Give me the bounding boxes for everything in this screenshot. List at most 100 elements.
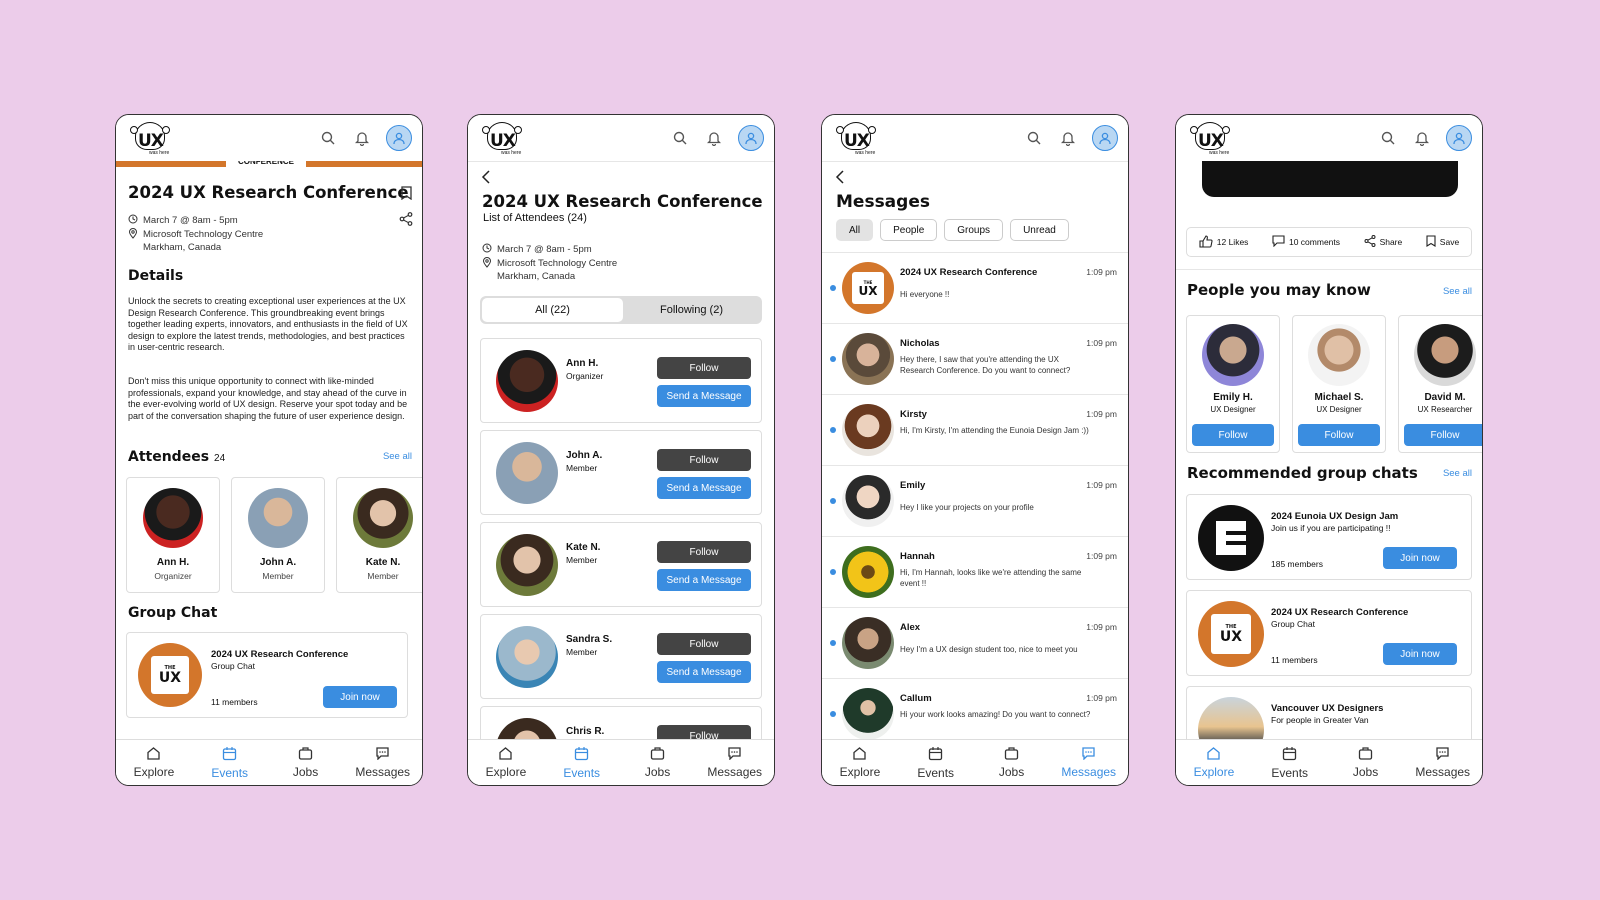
attendee-name: Chris R. — [566, 726, 605, 737]
see-all-people-link[interactable]: See all — [1443, 286, 1472, 297]
group-chat-card[interactable]: THE UX 2024 UX Research Conference Group … — [1186, 590, 1472, 676]
nav-explore[interactable]: Explore — [480, 746, 532, 779]
send-message-button[interactable]: Send a Message — [657, 385, 751, 407]
attendee-card[interactable]: Kate N. Member — [336, 477, 422, 593]
message-row[interactable]: Alex 1:09 pm Hey I'm a UX design student… — [822, 608, 1128, 679]
event-venue: Microsoft Technology Centre Markham, Cana… — [482, 257, 617, 283]
see-all-attendees-link[interactable]: See all — [383, 451, 412, 462]
message-row[interactable]: Emily 1:09 pm Hey I like your projects o… — [822, 466, 1128, 537]
search-icon[interactable] — [1024, 128, 1044, 148]
avatar — [1308, 324, 1370, 386]
sender-name: Callum — [900, 693, 932, 704]
profile-avatar-icon[interactable] — [1092, 125, 1118, 151]
follow-button[interactable]: Follow — [657, 449, 751, 471]
message-preview: Hi everyone !! — [900, 290, 950, 299]
filter-unread[interactable]: Unread — [1010, 219, 1069, 241]
nav-explore[interactable]: Explore — [128, 746, 180, 779]
person-card[interactable]: Emily H. UX Designer Follow — [1186, 315, 1280, 453]
send-message-button[interactable]: Send a Message — [657, 569, 751, 591]
follow-button[interactable]: Follow — [657, 725, 751, 739]
nav-jobs[interactable]: Jobs — [632, 746, 684, 779]
share-icon[interactable] — [399, 212, 413, 231]
follow-button[interactable]: Follow — [657, 541, 751, 563]
avatar — [496, 718, 558, 739]
nav-jobs[interactable]: Jobs — [986, 746, 1038, 779]
nav-messages[interactable]: Messages — [1415, 746, 1470, 779]
tab-following[interactable]: Following (2) — [623, 298, 760, 322]
like-button[interactable]: 12 Likes — [1199, 234, 1248, 250]
app-logo[interactable]: UX was here — [126, 120, 174, 156]
message-time: 1:09 pm — [1086, 551, 1117, 561]
back-arrow-icon[interactable] — [835, 170, 845, 189]
nav-explore[interactable]: Explore — [834, 746, 886, 779]
app-logo[interactable]: UX was here — [832, 120, 880, 156]
bell-icon[interactable] — [1412, 128, 1432, 148]
message-row[interactable]: Kirsty 1:09 pm Hi, I'm Kirsty, I'm atten… — [822, 395, 1128, 466]
join-now-button[interactable]: Join now — [1383, 643, 1457, 665]
nav-jobs[interactable]: Jobs — [280, 746, 332, 779]
search-icon[interactable] — [1378, 128, 1398, 148]
message-row[interactable]: Callum 1:09 pm Hi your work looks amazin… — [822, 679, 1128, 739]
comments-button[interactable]: 10 comments — [1272, 235, 1340, 249]
message-row[interactable]: THE UX 2024 UX Research Conference 1:09 p… — [822, 253, 1128, 324]
bell-icon[interactable] — [704, 128, 724, 148]
group-chat-card[interactable]: THE UX 2024 UX Research Conference Group … — [126, 632, 408, 718]
tab-all[interactable]: All (22) — [482, 298, 623, 322]
nav-messages[interactable]: Messages — [355, 746, 410, 779]
nav-messages[interactable]: Messages — [1061, 746, 1116, 779]
follow-button[interactable]: Follow — [1404, 424, 1482, 446]
filter-all[interactable]: All — [836, 219, 874, 241]
logo-text: UX — [844, 131, 870, 151]
bell-icon[interactable] — [1058, 128, 1078, 148]
app-logo[interactable]: UX was here — [478, 120, 526, 156]
message-row[interactable]: Hannah 1:09 pm Hi, I'm Hannah, looks lik… — [822, 537, 1128, 608]
profile-avatar-icon[interactable] — [386, 125, 412, 151]
bell-icon[interactable] — [352, 128, 372, 148]
app-logo[interactable]: UX was here — [1186, 120, 1234, 156]
bookmark-icon[interactable] — [401, 186, 412, 205]
home-icon — [146, 746, 161, 763]
filter-groups[interactable]: Groups — [944, 219, 1004, 241]
see-all-groups-link[interactable]: See all — [1443, 468, 1472, 479]
message-row[interactable]: Nicholas 1:09 pm Hey there, I saw that y… — [822, 324, 1128, 395]
person-role: UX Designer — [1210, 405, 1256, 414]
attendee-row: Chris R. Follow — [480, 706, 762, 739]
filter-people[interactable]: People — [880, 219, 938, 241]
search-icon[interactable] — [318, 128, 338, 148]
person-card[interactable]: Michael S. UX Designer Follow — [1292, 315, 1386, 453]
nav-events[interactable]: Events — [556, 746, 608, 780]
nav-events[interactable]: Events — [204, 746, 256, 780]
send-message-button[interactable]: Send a Message — [657, 477, 751, 499]
share-button[interactable]: Share — [1364, 235, 1402, 249]
person-card[interactable]: David M. UX Researcher Follow — [1398, 315, 1482, 453]
search-icon[interactable] — [670, 128, 690, 148]
attendee-card[interactable]: John A. Member — [231, 477, 325, 593]
message-time: 1:09 pm — [1086, 409, 1117, 419]
nav-events[interactable]: Events — [1264, 746, 1316, 780]
group-chat-card[interactable]: Vancouver UX Designers For people in Gre… — [1186, 686, 1472, 739]
event-title: 2024 UX Research Conference — [128, 183, 409, 202]
nav-events[interactable]: Events — [910, 746, 962, 780]
person-role: UX Designer — [1316, 405, 1362, 414]
follow-button[interactable]: Follow — [1298, 424, 1380, 446]
message-preview: Hey I'm a UX design student too, nice to… — [900, 645, 1078, 654]
join-now-button[interactable]: Join now — [1383, 547, 1457, 569]
attendee-card[interactable]: Ann H. Organizer — [126, 477, 220, 593]
nav-explore[interactable]: Explore — [1188, 746, 1240, 779]
follow-button[interactable]: Follow — [657, 357, 751, 379]
avatar — [842, 404, 894, 456]
nav-jobs[interactable]: Jobs — [1340, 746, 1392, 779]
attendee-row: John A. Member Follow Send a Message — [480, 430, 762, 515]
back-arrow-icon[interactable] — [481, 170, 491, 189]
save-button[interactable]: Save — [1426, 235, 1459, 249]
home-icon — [852, 746, 867, 763]
follow-button[interactable]: Follow — [1192, 424, 1274, 446]
follow-button[interactable]: Follow — [657, 633, 751, 655]
send-message-button[interactable]: Send a Message — [657, 661, 751, 683]
group-chat-card[interactable]: 2024 Eunoia UX Design Jam Join us if you… — [1186, 494, 1472, 580]
profile-avatar-icon[interactable] — [1446, 125, 1472, 151]
nav-messages[interactable]: Messages — [707, 746, 762, 779]
attendee-tabs: All (22) Following (2) — [480, 296, 762, 324]
join-now-button[interactable]: Join now — [323, 686, 397, 708]
profile-avatar-icon[interactable] — [738, 125, 764, 151]
